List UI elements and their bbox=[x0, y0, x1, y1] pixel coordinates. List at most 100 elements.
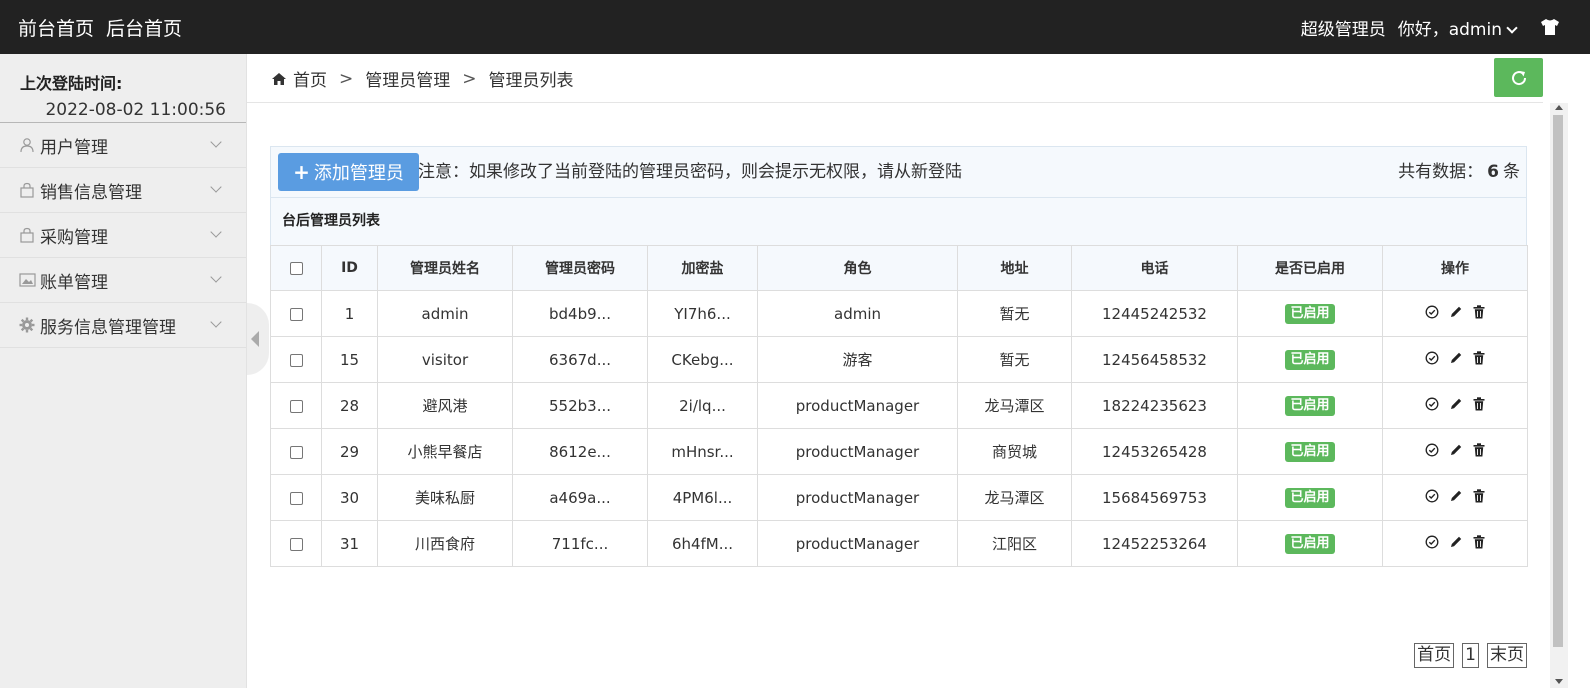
check-circle-icon[interactable] bbox=[1425, 397, 1439, 411]
user-area: 超级管理员 你好，admin bbox=[1289, 0, 1560, 54]
notice-text: 注意：如果修改了当前登陆的管理员密码，则会提示无权限，请从新登陆 bbox=[418, 162, 962, 182]
cell-name: 避风港 bbox=[377, 382, 513, 429]
sidebar-collapse-toggle[interactable] bbox=[247, 303, 269, 375]
cell-address: 暂无 bbox=[957, 290, 1072, 337]
cell-id: 29 bbox=[321, 428, 378, 475]
greeting-text: 你好，admin bbox=[1397, 19, 1502, 40]
pencil-icon[interactable] bbox=[1449, 535, 1463, 549]
caret-left-icon bbox=[251, 331, 259, 347]
cell-role: productManager bbox=[757, 382, 958, 429]
user-menu[interactable]: 你好，admin bbox=[1397, 15, 1518, 40]
cell-actions bbox=[1382, 474, 1528, 521]
breadcrumb-admin-management[interactable]: 管理员管理 bbox=[365, 66, 450, 91]
sidebar-item-user-management[interactable]: 用户管理 bbox=[0, 123, 246, 168]
check-circle-icon[interactable] bbox=[1425, 535, 1439, 549]
pencil-icon[interactable] bbox=[1449, 397, 1463, 411]
image-icon bbox=[18, 271, 36, 289]
trash-icon[interactable] bbox=[1473, 350, 1485, 365]
table-row: 31 川西食府 711fc... 6h4fM... productManager 江阳区 1… bbox=[270, 520, 1528, 567]
breadcrumb-home[interactable]: 首页 bbox=[293, 66, 327, 91]
pencil-icon[interactable] bbox=[1449, 351, 1463, 365]
breadcrumb-separator: > bbox=[462, 68, 477, 89]
check-circle-icon[interactable] bbox=[1425, 489, 1439, 503]
sidebar: 上次登陆时间: 2022-08-02 11:00:56 用户管理 销售信息管理 … bbox=[0, 54, 247, 688]
user-icon bbox=[18, 136, 36, 154]
column-header: 管理员姓名 bbox=[377, 245, 513, 291]
add-admin-label: 添加管理员 bbox=[313, 163, 404, 184]
cell-password: bd4b9... bbox=[512, 290, 648, 337]
cell-password: a469a... bbox=[512, 474, 648, 521]
cell-phone: 12453265428 bbox=[1071, 428, 1238, 475]
trash-icon[interactable] bbox=[1473, 304, 1485, 319]
row-select-cell bbox=[270, 428, 322, 475]
row-select-cell bbox=[270, 290, 322, 337]
cell-actions bbox=[1382, 428, 1528, 475]
row-checkbox[interactable] bbox=[289, 307, 303, 321]
select-all-checkbox[interactable] bbox=[289, 261, 303, 275]
status-badge: 已启用 bbox=[1285, 442, 1335, 462]
trash-icon[interactable] bbox=[1473, 488, 1485, 503]
row-checkbox[interactable] bbox=[289, 353, 303, 367]
last-page-button[interactable]: 末页 bbox=[1487, 643, 1527, 668]
first-page-button[interactable]: 首页 bbox=[1414, 643, 1455, 668]
chevron-down-icon bbox=[210, 316, 222, 328]
sidebar-item-sales[interactable]: 销售信息管理 bbox=[0, 168, 246, 213]
row-checkbox[interactable] bbox=[289, 537, 303, 551]
role-label: 超级管理员 bbox=[1300, 19, 1386, 40]
refresh-button[interactable] bbox=[1494, 58, 1543, 97]
cell-role: productManager bbox=[757, 428, 958, 475]
column-header: 电话 bbox=[1071, 245, 1238, 291]
scrollbar-thumb[interactable] bbox=[1553, 115, 1563, 647]
column-header: 地址 bbox=[957, 245, 1072, 291]
front-home-link[interactable]: 前台首页 bbox=[18, 14, 94, 41]
row-select-cell bbox=[270, 474, 322, 521]
admin-home-link[interactable]: 后台首页 bbox=[106, 14, 182, 41]
status-badge: 已启用 bbox=[1285, 304, 1335, 324]
scroll-up-icon[interactable] bbox=[1555, 105, 1563, 110]
check-circle-icon[interactable] bbox=[1425, 443, 1439, 457]
row-checkbox[interactable] bbox=[289, 491, 303, 505]
cell-role: productManager bbox=[757, 520, 958, 567]
cell-status: 已启用 bbox=[1237, 290, 1383, 337]
total-number: 6 bbox=[1487, 162, 1499, 182]
sidebar-item-purchase[interactable]: 采购管理 bbox=[0, 213, 246, 258]
cell-address: 江阳区 bbox=[957, 520, 1072, 567]
table-row: 1 admin bd4b9... YI7h6... admin 暂无 12445242532… bbox=[270, 290, 1528, 337]
admin-table: ID 管理员姓名 管理员密码 加密盐 角色 地址 电话 是否已启用 操作 1 ad… bbox=[270, 245, 1528, 567]
page-scrollbar[interactable] bbox=[1550, 103, 1568, 688]
column-header: ID bbox=[321, 245, 378, 291]
sidebar-item-bills[interactable]: 账单管理 bbox=[0, 258, 246, 303]
cell-salt: CKebg... bbox=[647, 336, 758, 383]
table-row: 30 美味私厨 a469a... 4PM6l... productManager 龙马潭区… bbox=[270, 474, 1528, 521]
cell-name: 川西食府 bbox=[377, 520, 513, 567]
cell-phone: 12452253264 bbox=[1071, 520, 1238, 567]
trash-icon[interactable] bbox=[1473, 396, 1485, 411]
chevron-down-icon bbox=[210, 226, 222, 238]
breadcrumb: 首页 > 管理员管理 > 管理员列表 bbox=[271, 54, 574, 103]
sidebar-item-service[interactable]: 服务信息管理管理 bbox=[0, 303, 246, 348]
check-circle-icon[interactable] bbox=[1425, 351, 1439, 365]
page-number-current[interactable]: 1 bbox=[1462, 643, 1479, 668]
trash-icon[interactable] bbox=[1473, 534, 1485, 549]
check-circle-icon[interactable] bbox=[1425, 305, 1439, 319]
top-nav: 前台首页 后台首页 bbox=[18, 0, 194, 54]
row-checkbox[interactable] bbox=[289, 445, 303, 459]
shirt-icon[interactable] bbox=[1540, 18, 1560, 36]
cell-salt: 2i/lq... bbox=[647, 382, 758, 429]
cell-salt: YI7h6... bbox=[647, 290, 758, 337]
add-admin-button[interactable]: + 添加管理员 bbox=[278, 153, 419, 191]
total-prefix: 共有数据： bbox=[1398, 162, 1484, 182]
trash-icon[interactable] bbox=[1473, 442, 1485, 457]
cell-salt: mHnsr... bbox=[647, 428, 758, 475]
pencil-icon[interactable] bbox=[1449, 489, 1463, 503]
breadcrumb-separator: > bbox=[339, 68, 354, 89]
total-count: 共有数据： 6 条 bbox=[1398, 157, 1520, 182]
row-checkbox[interactable] bbox=[289, 399, 303, 413]
plus-icon: + bbox=[293, 160, 310, 184]
pencil-icon[interactable] bbox=[1449, 443, 1463, 457]
pencil-icon[interactable] bbox=[1449, 305, 1463, 319]
scroll-down-icon[interactable] bbox=[1555, 679, 1563, 684]
cell-id: 15 bbox=[321, 336, 378, 383]
cell-name: visitor bbox=[377, 336, 513, 383]
sidebar-item-label: 采购管理 bbox=[40, 227, 108, 248]
